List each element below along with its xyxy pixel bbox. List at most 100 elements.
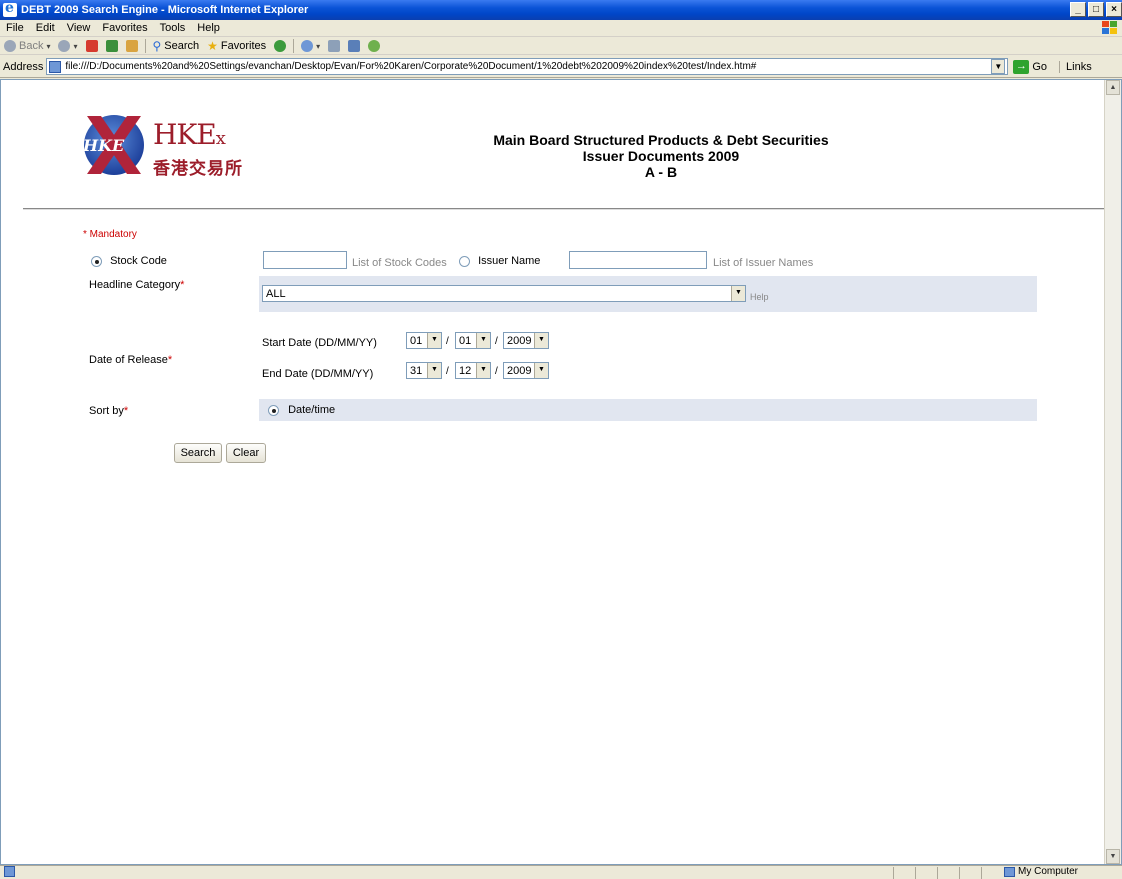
page-status-icon bbox=[4, 866, 15, 877]
scroll-up-button[interactable]: ▲ bbox=[1106, 80, 1120, 95]
list-of-issuer-names-link[interactable]: List of Issuer Names bbox=[713, 257, 813, 269]
stock-code-option[interactable]: Stock Code bbox=[91, 255, 167, 267]
title-line-1: Main Board Structured Products & Debt Se… bbox=[493, 132, 829, 148]
windows-logo-icon bbox=[1102, 21, 1118, 35]
mail-button[interactable]: ▾ bbox=[297, 38, 324, 54]
home-button[interactable] bbox=[122, 38, 142, 54]
stock-code-radio[interactable] bbox=[91, 255, 102, 267]
search-label: Search bbox=[164, 40, 200, 52]
required-marker: * bbox=[167, 354, 173, 366]
menu-edit[interactable]: Edit bbox=[30, 22, 61, 34]
sort-datetime-label: Date/time bbox=[288, 404, 336, 416]
address-bar: Address file:///D:/Documents%20and%20Set… bbox=[0, 56, 1122, 78]
back-button[interactable]: Back ▾ bbox=[0, 38, 54, 54]
stock-code-input[interactable] bbox=[263, 251, 347, 269]
close-button[interactable]: × bbox=[1106, 2, 1122, 17]
logo-text: HKEx bbox=[153, 118, 226, 151]
address-input[interactable]: file:///D:/Documents%20and%20Settings/ev… bbox=[46, 58, 1009, 75]
address-dropdown-button[interactable]: ▼ bbox=[991, 59, 1006, 74]
zone-label: My Computer bbox=[1018, 866, 1079, 877]
end-day-value: 31 bbox=[410, 364, 423, 377]
start-month-select[interactable]: 01 ▼ bbox=[455, 332, 491, 349]
chevron-down-icon: ▼ bbox=[476, 333, 490, 348]
date-separator: / bbox=[446, 366, 449, 377]
sort-datetime-radio[interactable] bbox=[268, 404, 279, 416]
issuer-name-input[interactable] bbox=[569, 251, 707, 269]
required-marker: * bbox=[180, 279, 185, 291]
chevron-down-icon: ▾ bbox=[46, 41, 51, 51]
start-day-value: 01 bbox=[410, 334, 423, 347]
start-day-select[interactable]: 01 ▼ bbox=[406, 332, 442, 349]
print-button[interactable] bbox=[324, 38, 344, 54]
menu-help[interactable]: Help bbox=[191, 22, 226, 34]
date-separator: / bbox=[495, 366, 498, 377]
media-button[interactable] bbox=[270, 38, 290, 54]
refresh-icon bbox=[105, 40, 118, 52]
end-year-select[interactable]: 2009 ▼ bbox=[503, 362, 549, 379]
header-divider bbox=[23, 208, 1111, 210]
address-label: Address bbox=[3, 60, 44, 73]
back-arrow-icon bbox=[4, 40, 16, 52]
address-url: file:///D:/Documents%20and%20Settings/ev… bbox=[65, 61, 757, 72]
hkex-emblem-icon: HKE bbox=[82, 115, 144, 175]
internet-explorer-icon bbox=[3, 0, 17, 17]
end-day-select[interactable]: 31 ▼ bbox=[406, 362, 442, 379]
menu-favorites[interactable]: Favorites bbox=[96, 22, 153, 34]
mandatory-note: * Mandatory bbox=[83, 229, 137, 240]
list-of-stock-codes-link[interactable]: List of Stock Codes bbox=[352, 257, 447, 269]
title-line-3: A - B bbox=[644, 164, 678, 180]
minimize-button[interactable]: _ bbox=[1070, 2, 1086, 17]
issuer-name-option[interactable]: Issuer Name bbox=[459, 255, 540, 267]
chevron-down-icon: ▼ bbox=[427, 333, 441, 348]
end-month-value: 12 bbox=[459, 364, 472, 377]
start-year-select[interactable]: 2009 ▼ bbox=[503, 332, 549, 349]
favorites-button[interactable]: ★ Favorites bbox=[203, 38, 270, 54]
hkex-logo: HKE HKEx 香港交易所 bbox=[79, 108, 294, 188]
issuer-name-radio[interactable] bbox=[459, 255, 470, 267]
edit-button[interactable] bbox=[344, 38, 364, 54]
edit-icon bbox=[348, 40, 361, 52]
headline-category-text: Headline Category bbox=[89, 279, 181, 291]
start-month-value: 01 bbox=[459, 334, 472, 347]
end-date-label: End Date (DD/MM/YY) bbox=[262, 368, 374, 380]
search-icon: ⚲ bbox=[152, 39, 162, 53]
messenger-button[interactable] bbox=[364, 38, 384, 54]
logo-text-suffix: x bbox=[215, 128, 226, 149]
sort-datetime-option[interactable]: Date/time bbox=[268, 404, 335, 416]
status-cell bbox=[893, 867, 894, 879]
vertical-scrollbar[interactable]: ▲ ▼ bbox=[1104, 80, 1121, 864]
go-button[interactable]: → Go bbox=[1013, 59, 1048, 74]
status-cell bbox=[981, 867, 982, 879]
logo-chinese-text: 香港交易所 bbox=[153, 159, 243, 179]
star-icon: ★ bbox=[207, 39, 218, 53]
end-month-select[interactable]: 12 ▼ bbox=[455, 362, 491, 379]
end-year-value: 2009 bbox=[507, 364, 532, 377]
stop-button[interactable] bbox=[82, 38, 102, 54]
mail-icon bbox=[301, 40, 314, 52]
chevron-down-icon: ▼ bbox=[534, 333, 548, 348]
menu-tools[interactable]: Tools bbox=[154, 22, 192, 34]
security-zone: My Computer bbox=[1004, 866, 1078, 877]
search-button[interactable]: ⚲ Search bbox=[149, 38, 204, 54]
favorites-label: Favorites bbox=[220, 40, 267, 52]
toolbar-separator bbox=[293, 39, 295, 53]
go-arrow-icon: → bbox=[1013, 59, 1030, 74]
forward-button[interactable]: ▾ bbox=[54, 38, 81, 54]
toolbar-separator bbox=[144, 39, 146, 53]
menu-file[interactable]: File bbox=[0, 22, 30, 34]
date-separator: / bbox=[495, 336, 498, 347]
refresh-button[interactable] bbox=[102, 38, 122, 54]
headline-category-label: Headline Category* bbox=[89, 279, 184, 291]
help-link[interactable]: Help bbox=[750, 292, 769, 302]
headline-category-select[interactable]: ALL ▼ bbox=[262, 285, 746, 302]
search-button[interactable]: Search bbox=[174, 443, 222, 463]
menu-view[interactable]: View bbox=[61, 22, 97, 34]
maximize-button[interactable]: □ bbox=[1088, 2, 1104, 17]
go-label: Go bbox=[1032, 60, 1048, 73]
scroll-down-button[interactable]: ▼ bbox=[1106, 849, 1120, 864]
window-controls: _ □ × bbox=[1070, 2, 1122, 17]
required-marker: * bbox=[123, 405, 129, 417]
clear-button[interactable]: Clear bbox=[226, 443, 266, 463]
logo-text-main: HKE bbox=[153, 118, 217, 151]
links-button[interactable]: Links bbox=[1059, 60, 1092, 73]
